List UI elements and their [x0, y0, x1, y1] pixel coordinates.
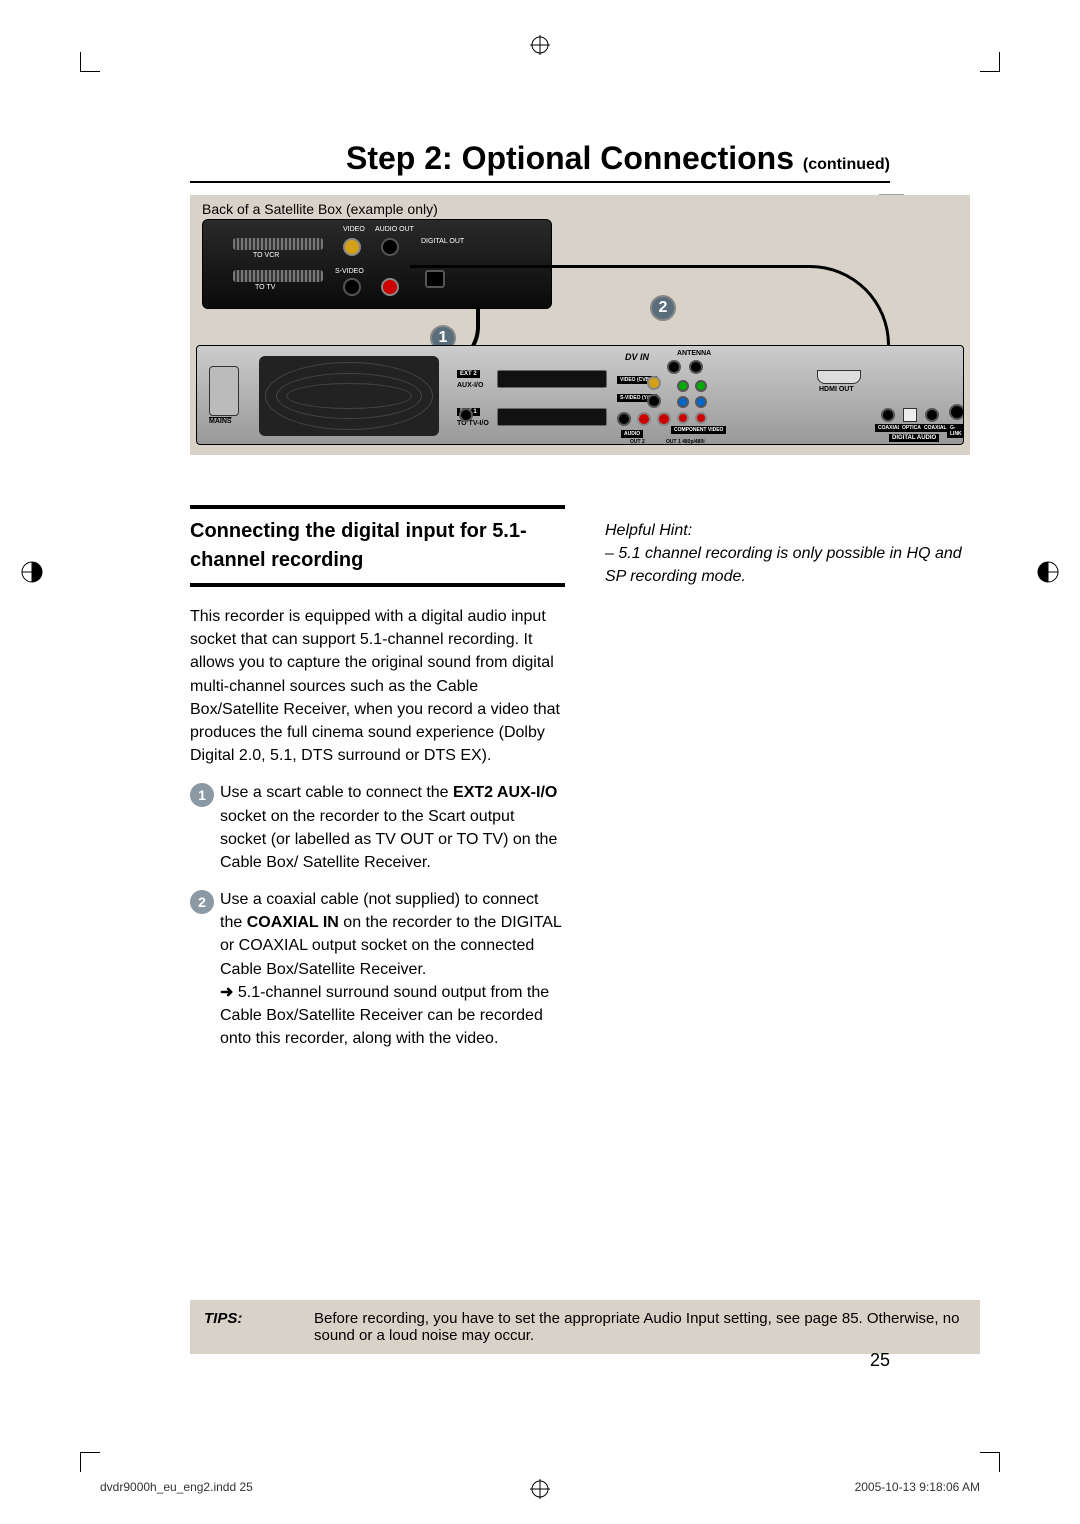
mains-socket-icon	[209, 366, 239, 416]
port-label: OUT 1 480p/480i	[663, 438, 708, 445]
port-label: TO VCR	[253, 252, 279, 259]
fan-icon	[265, 362, 433, 430]
antenna-jack-icon	[667, 360, 681, 374]
glink-jack-icon	[949, 404, 964, 420]
section-heading: Connecting the digital input for 5.1-cha…	[190, 505, 565, 587]
port-label: OUT 2	[627, 438, 648, 445]
component-jack-icon	[695, 412, 707, 424]
port-label: TO TV	[255, 284, 275, 291]
text-run: 5.1-channel surround sound output from t…	[220, 984, 549, 1047]
intro-paragraph: This recorder is equipped with a digital…	[190, 605, 565, 767]
component-jack-icon	[677, 396, 689, 408]
satellite-box: TO VCR TO TV VIDEO AUDIO OUT S-VIDEO DIG…	[202, 219, 552, 309]
port-label: DIGITAL AUDIO	[889, 434, 939, 442]
step-number-icon: 1	[190, 783, 214, 807]
audio-jack-icon	[657, 412, 671, 426]
scart-port-icon	[497, 370, 607, 388]
port-label: ANTENNA	[677, 350, 711, 357]
port-label: DV IN	[625, 352, 649, 362]
heading-main: Step 2: Optional Connections	[346, 140, 803, 176]
registration-mark-icon	[530, 1479, 550, 1499]
page-heading: Step 2: Optional Connections (continued)	[190, 140, 890, 183]
arrow-icon: ➜	[220, 984, 233, 1001]
svideo-jack-icon	[343, 278, 361, 296]
component-jack-icon	[677, 380, 689, 392]
footer-timestamp: 2005-10-13 9:18:06 AM	[855, 1480, 980, 1494]
audio-jack-icon	[617, 412, 631, 426]
hdmi-port-icon	[817, 370, 861, 384]
registration-mark-icon	[20, 560, 44, 584]
coaxial-jack-icon	[881, 408, 895, 422]
panel-section-icon	[259, 356, 439, 436]
port-label: MAINS	[209, 418, 232, 425]
socket-name: EXT2 AUX-I/O	[453, 784, 557, 801]
registration-mark-icon	[1036, 560, 1060, 584]
satellite-box-label: Back of a Satellite Box (example only)	[202, 201, 438, 217]
port-label: G-LINK	[947, 424, 964, 438]
tips-label: TIPS:	[204, 1310, 274, 1344]
port-label: AUDIO OUT	[375, 226, 414, 233]
jack-icon	[459, 408, 473, 422]
text-run: Use a scart cable to connect the	[220, 784, 453, 801]
connection-diagram: Back of a Satellite Box (example only) T…	[190, 195, 970, 455]
recorder-back-panel: MAINS EXT 2 AUX-I/O EXT 1 TO TV-I/O DV I…	[196, 345, 964, 445]
scart-slot-icon	[233, 270, 323, 282]
svideo-jack-icon	[647, 394, 661, 408]
hint-heading: Helpful Hint:	[605, 519, 980, 542]
component-jack-icon	[695, 380, 707, 392]
scart-port-icon	[497, 408, 607, 426]
antenna-jack-icon	[689, 360, 703, 374]
port-label: EXT 2	[457, 370, 480, 378]
optical-jack-icon	[425, 270, 445, 288]
tips-text: Before recording, you have to set the ap…	[314, 1310, 966, 1344]
page-number: 25	[870, 1350, 890, 1371]
port-label: S-VIDEO	[335, 268, 364, 275]
audio-jack-icon	[637, 412, 651, 426]
port-label: COMPONENT VIDEO	[671, 426, 726, 434]
port-label: AUX-I/O	[457, 382, 483, 389]
rca-jack-icon	[343, 238, 361, 256]
port-label: DIGITAL OUT	[421, 238, 464, 245]
optical-jack-icon	[903, 408, 917, 422]
scart-slot-icon	[233, 238, 323, 250]
tips-box: TIPS: Before recording, you have to set …	[190, 1300, 980, 1354]
text-run: socket on the recorder to the Scart outp…	[220, 808, 557, 871]
step-text: Use a scart cable to connect the EXT2 AU…	[220, 781, 565, 874]
footer-filename: dvdr9000h_eu_eng2.indd 25	[100, 1480, 253, 1494]
rca-jack-icon	[381, 238, 399, 256]
socket-name: COAXIAL IN	[247, 914, 339, 931]
component-jack-icon	[677, 412, 689, 424]
port-label: HDMI OUT	[819, 386, 854, 393]
rca-jack-icon	[647, 376, 661, 390]
crop-mark-icon	[80, 1452, 100, 1472]
coaxial-jack-icon	[925, 408, 939, 422]
step-text: Use a coaxial cable (not supplied) to co…	[220, 888, 565, 1050]
port-label: AUDIO	[621, 430, 643, 438]
crop-mark-icon	[980, 1452, 1000, 1472]
crop-mark-icon	[980, 52, 1000, 72]
port-label: VIDEO	[343, 226, 365, 233]
step-1: 1 Use a scart cable to connect the EXT2 …	[190, 781, 565, 874]
hint-body: – 5.1 channel recording is only possible…	[605, 542, 980, 588]
component-jack-icon	[695, 396, 707, 408]
crop-mark-icon	[80, 52, 100, 72]
rca-jack-icon	[381, 278, 399, 296]
step-number-icon: 2	[190, 890, 214, 914]
callout-marker-2: 2	[650, 295, 676, 321]
step-2: 2 Use a coaxial cable (not supplied) to …	[190, 888, 565, 1050]
heading-sub: (continued)	[803, 156, 890, 173]
